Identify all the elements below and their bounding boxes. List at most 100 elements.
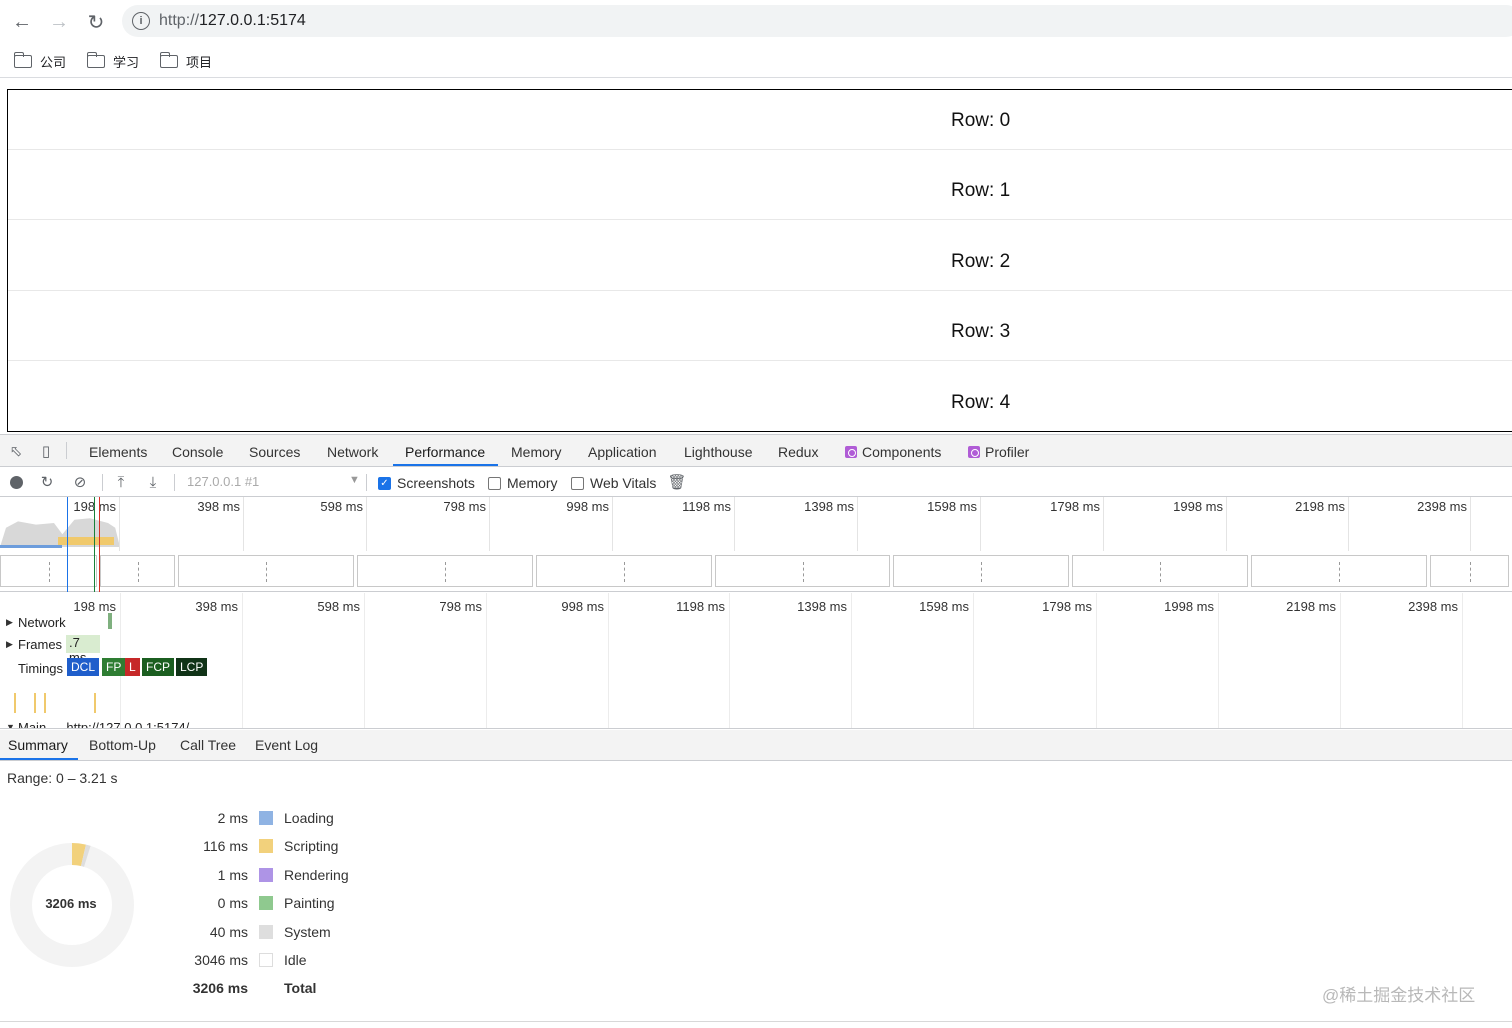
- legend-swatch: [259, 811, 273, 825]
- overview-gridline: [366, 497, 367, 551]
- timing-marker-dcl[interactable]: DCL: [67, 658, 100, 676]
- tab-lighthouse[interactable]: Lighthouse: [684, 444, 753, 460]
- timings-track-label: Timings: [18, 661, 64, 676]
- fcp-line: [94, 497, 95, 592]
- timing-marker-lcp[interactable]: LCP: [176, 658, 208, 676]
- screenshot-frame[interactable]: [893, 555, 1069, 587]
- tab-console[interactable]: Console: [172, 444, 223, 460]
- virtual-list-container[interactable]: Row: 0 Row: 1 Row: 2 Row: 3 Row: 4: [7, 89, 1512, 432]
- legend-value: 40 ms: [209, 923, 248, 940]
- tab-components[interactable]: Components: [845, 444, 941, 460]
- flame-tick-label: 2198 ms: [1286, 599, 1336, 614]
- flame-tick-label: 998 ms: [561, 599, 604, 614]
- bookmark-folder-company[interactable]: 公司: [13, 52, 66, 71]
- download-icon[interactable]: ⤓: [144, 473, 162, 491]
- clear-icon[interactable]: ⊘: [71, 473, 89, 491]
- checkbox-icon: [488, 476, 501, 490]
- collapse-triangle-icon[interactable]: ▼: [6, 722, 15, 728]
- trash-icon[interactable]: 🗑: [667, 473, 686, 491]
- flame-gridline: [608, 593, 609, 728]
- task-bar: [94, 693, 96, 713]
- bookmark-folder-study[interactable]: 学习: [86, 52, 139, 71]
- main-track-label[interactable]: Main — http://127.0.0.1:5174/: [18, 720, 189, 728]
- tab-memory[interactable]: Memory: [511, 444, 562, 460]
- flame-tick-label: 1998 ms: [1164, 599, 1214, 614]
- screenshot-frame[interactable]: [1251, 555, 1427, 587]
- tab-performance[interactable]: Performance: [405, 444, 485, 460]
- bookmark-folder-projects[interactable]: 项目: [159, 52, 212, 71]
- memory-checkbox[interactable]: Memory: [488, 475, 558, 491]
- flame-gridline: [973, 593, 974, 728]
- screenshot-frame[interactable]: [357, 555, 533, 587]
- overview-tick-label: 1198 ms: [682, 499, 731, 514]
- folder-icon: [86, 52, 105, 68]
- legend-swatch: [259, 953, 273, 967]
- overview-tick-label: 398 ms: [197, 499, 240, 514]
- tab-summary[interactable]: Summary: [8, 737, 68, 753]
- tab-profiler[interactable]: Profiler: [968, 444, 1029, 460]
- screenshot-frame[interactable]: [100, 555, 175, 587]
- tab-sources[interactable]: Sources: [249, 444, 300, 460]
- network-request-bar[interactable]: [108, 613, 112, 629]
- address-bar[interactable]: [122, 5, 1512, 37]
- inspect-element-icon[interactable]: ⬁: [7, 442, 25, 460]
- legend-label: System: [284, 923, 331, 940]
- screenshot-frame[interactable]: [0, 555, 97, 587]
- network-track-label[interactable]: Network: [18, 615, 66, 630]
- checkbox-checked-icon: ✓: [378, 476, 391, 490]
- flame-tick-label: 2398 ms: [1408, 599, 1458, 614]
- site-info-icon[interactable]: i: [132, 12, 150, 30]
- flame-chart[interactable]: 198 ms 398 ms 598 ms 798 ms 998 ms 1198 ms 139…: [0, 593, 1512, 729]
- timing-marker-l[interactable]: L: [125, 658, 140, 676]
- range-text: Range: 0 – 3.21 s: [7, 770, 118, 786]
- forward-arrow-icon[interactable]: →: [45, 8, 73, 36]
- list-row: Row: 1: [8, 160, 1512, 220]
- web-vitals-checkbox[interactable]: Web Vitals: [571, 475, 656, 491]
- url-text[interactable]: http://127.0.0.1:5174: [159, 12, 306, 30]
- tab-redux[interactable]: Redux: [778, 444, 818, 460]
- timing-marker-fp[interactable]: FP: [102, 658, 126, 676]
- tab-components-label: Components: [862, 444, 942, 460]
- overview-tick-label: 998 ms: [566, 499, 609, 514]
- tab-network[interactable]: Network: [327, 444, 378, 460]
- frames-track-label[interactable]: Frames: [18, 637, 62, 652]
- screenshot-frame[interactable]: [1430, 555, 1509, 587]
- frame-duration[interactable]: .7 ms: [66, 635, 100, 665]
- reload-icon[interactable]: ↻: [82, 8, 110, 36]
- separator: [366, 474, 367, 491]
- record-icon[interactable]: [7, 473, 25, 491]
- browser-toolbar: ← → ↻ i http://127.0.0.1:5174: [0, 0, 1512, 44]
- selection-marker-left[interactable]: [67, 497, 68, 592]
- screenshot-frame[interactable]: [1072, 555, 1248, 587]
- flame-gridline: [851, 593, 852, 728]
- screenshot-frame[interactable]: [178, 555, 354, 587]
- upload-icon[interactable]: ⤒: [112, 473, 130, 491]
- frame-marker: [48, 562, 51, 582]
- timing-marker-fcp[interactable]: FCP: [142, 658, 174, 676]
- profile-select[interactable]: 127.0.0.1 #1: [187, 474, 259, 489]
- folder-icon: [159, 52, 178, 68]
- chevron-down-icon[interactable]: ▼: [349, 474, 360, 486]
- frame-marker: [802, 562, 805, 582]
- screenshot-frame[interactable]: [536, 555, 712, 587]
- overview-tick-label: 2198 ms: [1295, 499, 1345, 514]
- legend-label: Rendering: [284, 866, 349, 883]
- expand-triangle-icon[interactable]: ▶: [6, 639, 13, 650]
- bookmarks-bar: 公司 学习 项目: [0, 44, 1512, 78]
- back-arrow-icon[interactable]: ←: [8, 8, 36, 36]
- tab-application[interactable]: Application: [588, 444, 657, 460]
- reload-profile-icon[interactable]: ↻: [38, 473, 56, 491]
- tab-event-log[interactable]: Event Log: [255, 737, 318, 753]
- screenshots-checkbox[interactable]: ✓ Screenshots: [378, 475, 475, 491]
- tab-call-tree[interactable]: Call Tree: [180, 737, 236, 753]
- overview-gridline: [857, 497, 858, 551]
- screenshot-frame[interactable]: [715, 555, 890, 587]
- frame-marker: [981, 562, 983, 582]
- device-toolbar-icon[interactable]: ▯: [37, 442, 55, 460]
- tab-elements[interactable]: Elements: [89, 444, 147, 460]
- timeline-overview[interactable]: 198 ms 398 ms 598 ms 798 ms 998 ms 1198 ms 139…: [0, 497, 1512, 592]
- expand-triangle-icon[interactable]: ▶: [6, 617, 13, 628]
- frame-marker: [1469, 562, 1472, 582]
- tab-bottom-up[interactable]: Bottom-Up: [89, 737, 156, 753]
- flame-tick-label: 1398 ms: [797, 599, 847, 614]
